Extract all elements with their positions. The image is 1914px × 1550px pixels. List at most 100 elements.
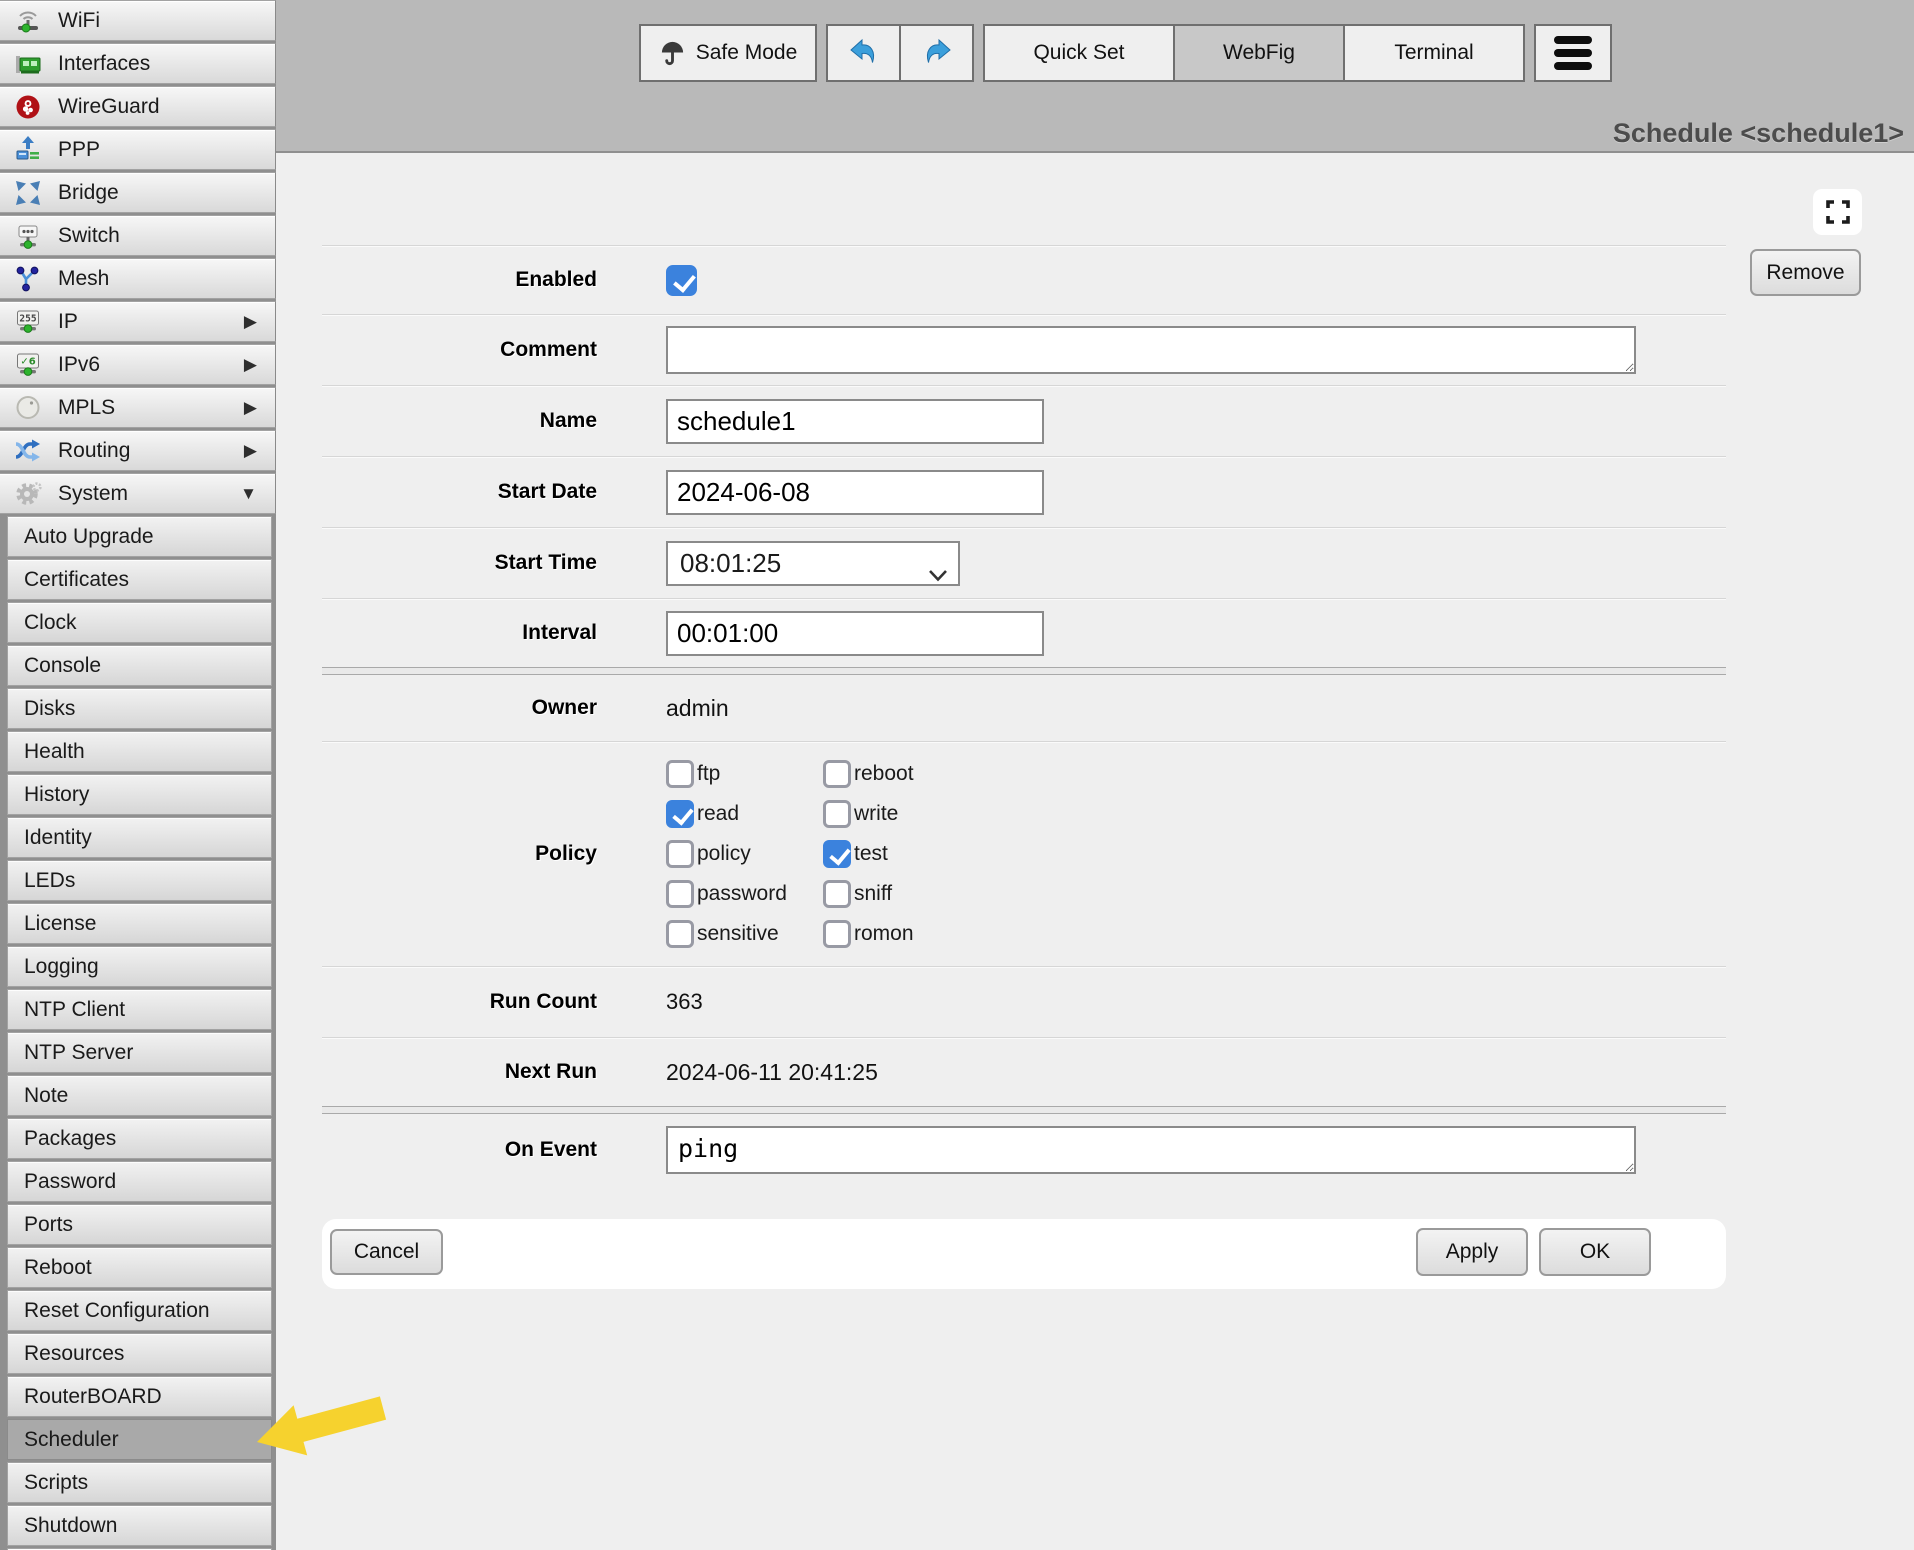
comment-input[interactable] — [666, 326, 1636, 374]
sidebar-item-label: WireGuard — [58, 95, 160, 119]
policy-option-sensitive: sensitive — [666, 920, 823, 948]
sidebar-item-ipv6[interactable]: ✓6 IPv6 ▶ — [0, 344, 276, 385]
mpls-icon — [12, 392, 44, 424]
start-time-select[interactable]: 08:01:25 — [666, 541, 960, 586]
policy-checkbox-read[interactable] — [666, 800, 694, 828]
policy-checkbox-sniff[interactable] — [823, 880, 851, 908]
interval-input[interactable] — [666, 611, 1044, 656]
safe-mode-label: Safe Mode — [696, 41, 798, 65]
sidebar-item-ppp[interactable]: PPP — [0, 129, 276, 170]
sidebar-subitem-leds[interactable]: LEDs — [7, 860, 272, 901]
sidebar-item-label: Routing — [58, 439, 130, 463]
sidebar-subitem-reset-configuration[interactable]: Reset Configuration — [7, 1290, 272, 1331]
start-date-input[interactable] — [666, 470, 1044, 515]
cancel-button[interactable]: Cancel — [330, 1229, 443, 1275]
sidebar-subitem-logging[interactable]: Logging — [7, 946, 272, 987]
sidebar-item-mesh[interactable]: Mesh — [0, 258, 276, 299]
redo-button[interactable] — [899, 24, 974, 82]
name-input[interactable] — [666, 399, 1044, 444]
policy-checkbox-romon[interactable] — [823, 920, 851, 948]
sidebar-subitem-label: NTP Client — [24, 998, 125, 1022]
sidebar-subitem-health[interactable]: Health — [7, 731, 272, 772]
policy-checkbox-policy[interactable] — [666, 840, 694, 868]
on-event-input[interactable]: ping — [666, 1126, 1636, 1174]
sidebar-subitem-label: Note — [24, 1084, 68, 1108]
header-band: Safe Mode — [276, 0, 1914, 153]
policy-checkbox-label: ftp — [697, 762, 720, 786]
sidebar-subitem-label: Console — [24, 654, 101, 678]
sidebar-subitem-label: Packages — [24, 1127, 116, 1151]
sidebar-subitem-label: History — [24, 783, 89, 807]
sidebar-subitem-ntp-server[interactable]: NTP Server — [7, 1032, 272, 1073]
sidebar-subitem-label: Scripts — [24, 1471, 88, 1495]
sidebar-subitem-resources[interactable]: Resources — [7, 1333, 272, 1374]
fullscreen-button[interactable] — [1813, 189, 1862, 235]
policy-checkbox-test[interactable] — [823, 840, 851, 868]
form-row-start-date: Start Date — [322, 456, 1726, 527]
sidebar-item-routing[interactable]: Routing ▶ — [0, 430, 276, 471]
sidebar-item-wifi[interactable]: WiFi — [0, 0, 276, 41]
policy-checkbox-label: sensitive — [697, 922, 779, 946]
sidebar-subitem-note[interactable]: Note — [7, 1075, 272, 1116]
sidebar-subitem-identity[interactable]: Identity — [7, 817, 272, 858]
system-submenu: Auto Upgrade Certificates Clock Console Disk… — [0, 516, 276, 1550]
sidebar-item-bridge[interactable]: Bridge — [0, 172, 276, 213]
sidebar-item-label: System — [58, 482, 128, 506]
sidebar-subitem-label: Certificates — [24, 568, 129, 592]
policy-checkbox-reboot[interactable] — [823, 760, 851, 788]
policy-option-test: test — [823, 840, 980, 868]
section-divider — [322, 1106, 1726, 1114]
safe-mode-button[interactable]: Safe Mode — [639, 24, 817, 82]
sidebar-subitem-ntp-client[interactable]: NTP Client — [7, 989, 272, 1030]
remove-button[interactable]: Remove — [1750, 249, 1861, 296]
form-row-policy: Policy ftprebootreadwritepolicytestpassw… — [322, 741, 1726, 966]
quick-set-tab[interactable]: Quick Set — [983, 24, 1175, 82]
undo-button[interactable] — [826, 24, 901, 82]
apply-button[interactable]: Apply — [1416, 1228, 1528, 1276]
switch-icon — [12, 220, 44, 252]
sidebar-subitem-reboot[interactable]: Reboot — [7, 1247, 272, 1288]
policy-checkbox-password[interactable] — [666, 880, 694, 908]
policy-checkbox-sensitive[interactable] — [666, 920, 694, 948]
policy-checkbox-label: read — [697, 802, 739, 826]
quick-set-label: Quick Set — [1033, 41, 1124, 65]
ok-button[interactable]: OK — [1539, 1228, 1651, 1276]
undo-icon — [848, 37, 880, 69]
enabled-checkbox[interactable] — [666, 265, 697, 296]
policy-checkbox-label: sniff — [854, 882, 892, 906]
policy-checkbox-write[interactable] — [823, 800, 851, 828]
sidebar-subitem-clock[interactable]: Clock — [7, 602, 272, 643]
sidebar-subitem-routerboard[interactable]: RouterBOARD — [7, 1376, 272, 1417]
sidebar-item-switch[interactable]: Switch — [0, 215, 276, 256]
schedule-form-panel: Remove Enabled Comment Name — [276, 153, 1914, 1289]
sidebar-subitem-scripts[interactable]: Scripts — [7, 1462, 272, 1503]
policy-checkbox-label: write — [854, 802, 898, 826]
sidebar-subitem-console[interactable]: Console — [7, 645, 272, 686]
sidebar-subitem-shutdown[interactable]: Shutdown — [7, 1505, 272, 1546]
toolbar: Safe Mode — [639, 24, 1612, 82]
sidebar-subitem-license[interactable]: License — [7, 903, 272, 944]
sidebar-subitem-ports[interactable]: Ports — [7, 1204, 272, 1245]
policy-checkbox-ftp[interactable] — [666, 760, 694, 788]
sidebar-subitem-history[interactable]: History — [7, 774, 272, 815]
chevron-down-icon: ▼ — [240, 484, 263, 504]
sidebar-subitem-disks[interactable]: Disks — [7, 688, 272, 729]
sidebar-item-ip[interactable]: 255 IP ▶ — [0, 301, 276, 342]
sidebar-subitem-packages[interactable]: Packages — [7, 1118, 272, 1159]
webfig-tab[interactable]: WebFig — [1173, 24, 1345, 82]
sidebar-subitem-password[interactable]: Password — [7, 1161, 272, 1202]
sidebar-item-system[interactable]: System ▼ — [0, 473, 276, 514]
action-bar: Cancel Apply OK — [322, 1219, 1726, 1289]
menu-button[interactable] — [1534, 24, 1612, 82]
sidebar-subitem-certificates[interactable]: Certificates — [7, 559, 272, 600]
terminal-tab[interactable]: Terminal — [1343, 24, 1525, 82]
sidebar-subitem-scheduler[interactable]: Scheduler — [7, 1419, 272, 1460]
sidebar-subitem-label: Ports — [24, 1213, 73, 1237]
sidebar-item-label: Switch — [58, 224, 120, 248]
policy-option-read: read — [666, 800, 823, 828]
sidebar-item-interfaces[interactable]: Interfaces — [0, 43, 276, 84]
sidebar-subitem-label: RouterBOARD — [24, 1385, 162, 1409]
sidebar-subitem-auto-upgrade[interactable]: Auto Upgrade — [7, 516, 272, 557]
sidebar-item-mpls[interactable]: MPLS ▶ — [0, 387, 276, 428]
sidebar-item-wireguard[interactable]: WireGuard — [0, 86, 276, 127]
